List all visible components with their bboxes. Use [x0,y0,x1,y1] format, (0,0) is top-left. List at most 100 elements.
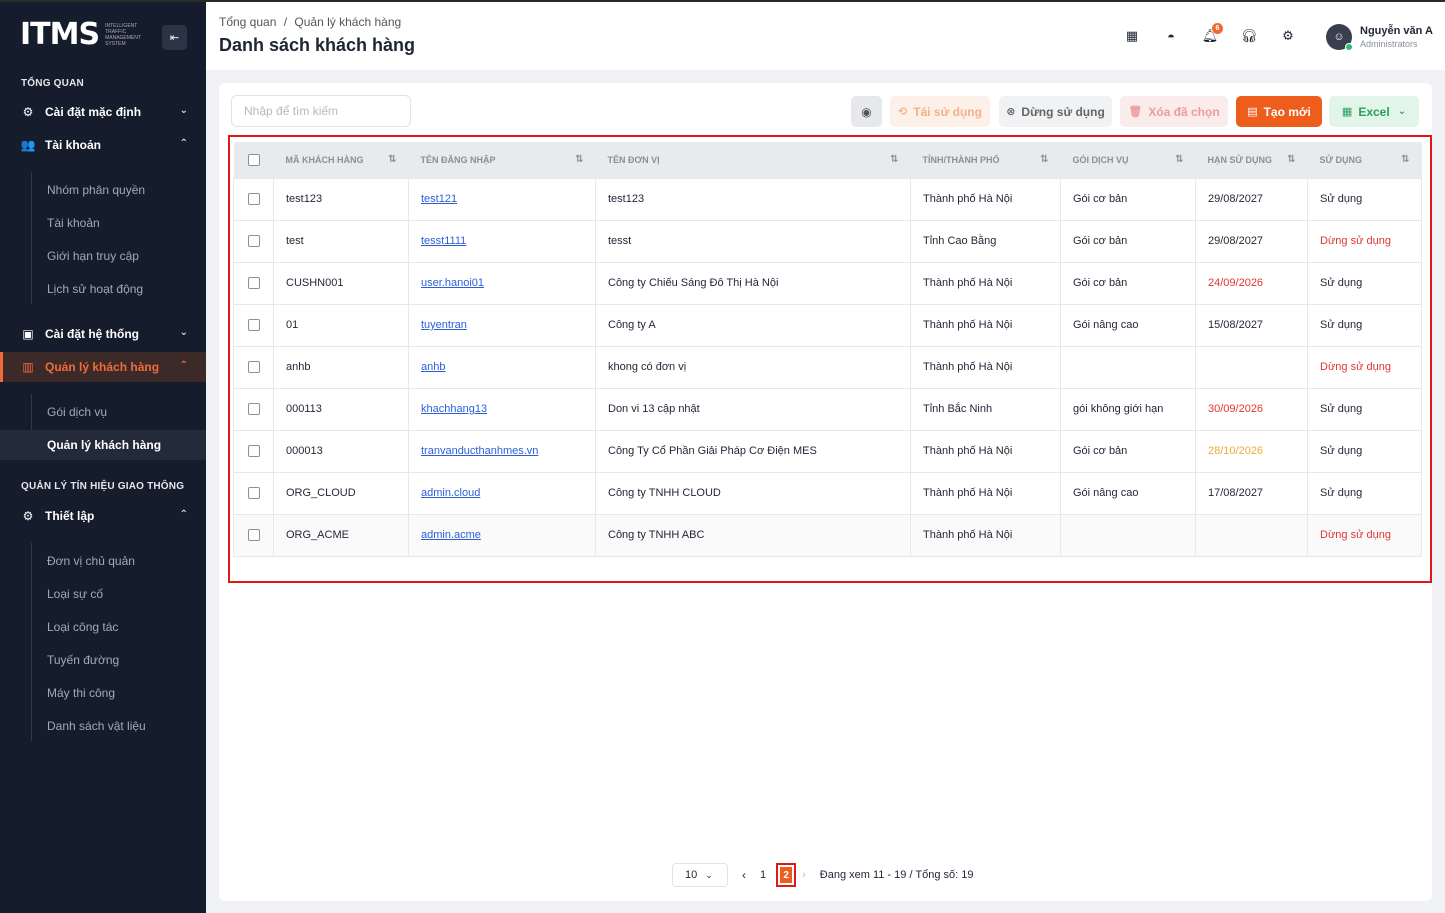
row-checkbox[interactable] [247,235,260,248]
excel-icon: ▦ [1341,106,1353,118]
table-row[interactable]: CUSHN001 user.hanoi01 Công ty Chiếu Sáng Đ… [233,261,1422,305]
username-link[interactable]: user.hanoi01 [421,277,484,289]
username-link[interactable]: anhb [421,361,445,373]
cell-unit: Công Ty Cổ Phần Giải Pháp Cơ Điện MES [595,429,911,473]
row-select-cell [233,345,274,389]
create-new-button[interactable]: ▤ Tạo mới [1236,96,1322,127]
sort-icon[interactable]: ⇅ [1175,154,1183,165]
sort-icon[interactable]: ⇅ [1401,154,1409,165]
user-info: Nguyễn văn A Administrators [1360,25,1433,49]
sidebar-item-accounts[interactable]: Tài khoản [0,208,206,238]
page-size-select[interactable]: 10 ⌄ [672,863,728,887]
column-header-package[interactable]: GÓI DỊCH VỤ ⇅ [1060,142,1196,178]
delete-selected-button[interactable]: 🗑︎ Xóa đã chọn [1120,96,1228,127]
page-size-value: 10 [685,869,698,881]
row-checkbox[interactable] [247,361,260,374]
row-select-cell [233,471,274,515]
collapse-icon: ⇤ [169,32,180,44]
menu-account[interactable]: 👥 Tài khoản ⌃ [0,130,206,160]
sidebar-item-construction-machines[interactable]: Máy thi công [0,678,206,708]
menu-default-settings[interactable]: ⚙ Cài đặt mặc định ⌄ [0,97,206,127]
username-link[interactable]: tranvanducthanhmes.vn [421,445,538,457]
sidebar-item-materials[interactable]: Danh sách vật liệu [0,711,206,741]
excel-label: Excel [1358,104,1390,119]
customer-table: MÃ KHÁCH HÀNG ⇅ TÊN ĐĂNG NHẬP ⇅ TÊN ĐƠN VỊ… [233,142,1422,557]
menu-label: Quản lý khách hàng [45,360,160,374]
stop-circle-icon: ⊗ [1006,106,1016,118]
chevron-down-icon: ⌄ [705,869,713,880]
sort-icon[interactable]: ⇅ [890,154,898,165]
sort-icon[interactable]: ⇅ [1040,154,1048,165]
column-header-expiry[interactable]: HẠN SỬ DỤNG ⇅ [1195,142,1308,178]
column-header-province[interactable]: TỈNH/THÀNH PHỐ ⇅ [910,142,1061,178]
table-row[interactable]: 000113 khachhang13 Don vi 13 cập nhật Tỉnh … [233,387,1422,431]
sidebar-item-access-limit[interactable]: Giới hạn truy cập [0,241,206,271]
collapse-sidebar-button[interactable]: ⇤ [162,25,187,50]
current-page-button[interactable]: 2 [776,863,797,887]
table-row[interactable]: test tesst1111 tesst Tỉnh Cao Bằng Gói cơ bả… [233,219,1422,263]
select-all-checkbox[interactable] [247,153,260,166]
sidebar-item-managing-units[interactable]: Đơn vị chủ quản [0,546,206,576]
row-checkbox[interactable] [247,403,260,416]
username-link[interactable]: admin.cloud [421,487,480,499]
refresh-icon: ⟲ [898,106,908,118]
breadcrumb-home[interactable]: Tổng quan [219,15,276,29]
column-header-unit[interactable]: TÊN ĐƠN VỊ ⇅ [595,142,911,178]
username-link[interactable]: khachhang13 [421,403,487,415]
column-header-username[interactable]: TÊN ĐĂNG NHẬP ⇅ [408,142,596,178]
stop-using-button[interactable]: ⊗ Dừng sử dụng [999,96,1112,127]
dashboard-gauge-icon[interactable]: ◓ [1163,28,1179,44]
username-link[interactable]: tuyentran [421,319,467,331]
menu-setup[interactable]: ⚙ Thiết lập ⌃ [0,501,206,531]
cell-expiry: 30/09/2026 [1195,387,1308,431]
cell-username: admin.acme [408,513,596,557]
toggle-columns-button[interactable]: ◉ [851,96,882,127]
row-checkbox[interactable] [247,319,260,332]
cell-username: admin.cloud [408,471,596,515]
sidebar-item-work-types[interactable]: Loại công tác [0,612,206,642]
next-page-icon[interactable]: › [802,869,806,881]
menu-system-settings[interactable]: ▣ Cài đặt hệ thống ⌄ [0,319,206,349]
user-menu[interactable]: ☺ Nguyễn văn A Administrators [1326,24,1433,51]
cell-code: 000013 [273,429,409,473]
notification-bell-icon[interactable]: 🔔︎ 6 [1202,23,1223,44]
table-row[interactable]: 000013 tranvanducthanhmes.vn Công Ty Cổ Ph… [233,429,1422,473]
menu-customer-management[interactable]: ▥ Quản lý khách hàng ⌃ [0,352,206,382]
column-header-code[interactable]: MÃ KHÁCH HÀNG ⇅ [273,142,409,178]
sort-icon[interactable]: ⇅ [388,154,396,165]
row-checkbox[interactable] [247,487,260,500]
apps-grid-icon[interactable]: ▦ [1124,28,1140,44]
sort-icon[interactable]: ⇅ [575,154,583,165]
sidebar-item-role-groups[interactable]: Nhóm phân quyền [0,175,206,205]
cell-expiry: 28/10/2026 [1195,429,1308,473]
page-1-button[interactable]: 1 [760,869,766,881]
row-checkbox[interactable] [247,529,260,542]
cell-code: test123 [273,177,409,221]
search-input[interactable]: Nhập để tìm kiếm [231,95,411,127]
sidebar-item-activity-history[interactable]: Lịch sử hoạt động [0,274,206,304]
row-checkbox[interactable] [247,193,260,206]
table-row[interactable]: anhb anhb khong có đơn vị Thành phố Hà Nội D… [233,345,1422,389]
chevron-up-icon: ⌃ [179,138,188,149]
headset-support-icon[interactable]: 🎧︎ [1241,28,1258,44]
menu-label: Cài đặt hệ thống [45,327,139,341]
reuse-button[interactable]: ⟲ Tái sử dụng [890,96,990,127]
row-checkbox[interactable] [247,445,260,458]
table-row[interactable]: ORG_CLOUD admin.cloud Công ty TNHH CLOUD Th… [233,471,1422,515]
sort-icon[interactable]: ⇅ [1287,154,1295,165]
table-row[interactable]: 01 tuyentran Công ty A Thành phố Hà Nội Gói … [233,303,1422,347]
settings-gear-icon[interactable]: ⚙ [1280,28,1296,44]
sidebar-item-incident-types[interactable]: Loại sự cố [0,579,206,609]
username-link[interactable]: admin.acme [421,529,481,541]
sidebar-item-routes[interactable]: Tuyến đường [0,645,206,675]
sidebar-item-service-packages[interactable]: Gói dịch vụ [0,397,206,427]
excel-dropdown-button[interactable]: ▦ Excel ⌄ [1329,96,1419,127]
username-link[interactable]: test121 [421,193,457,205]
column-header-status[interactable]: SỬ DỤNG ⇅ [1307,142,1422,178]
row-checkbox[interactable] [247,277,260,290]
table-row[interactable]: test123 test121 test123 Thành phố Hà Nội Gói… [233,177,1422,221]
sidebar-item-customer-management[interactable]: Quản lý khách hàng [0,430,206,460]
username-link[interactable]: tesst1111 [421,235,466,247]
prev-page-icon[interactable]: ‹ [742,868,746,882]
table-row[interactable]: ORG_ACME admin.acme Công ty TNHH ABC Thành … [233,513,1422,557]
